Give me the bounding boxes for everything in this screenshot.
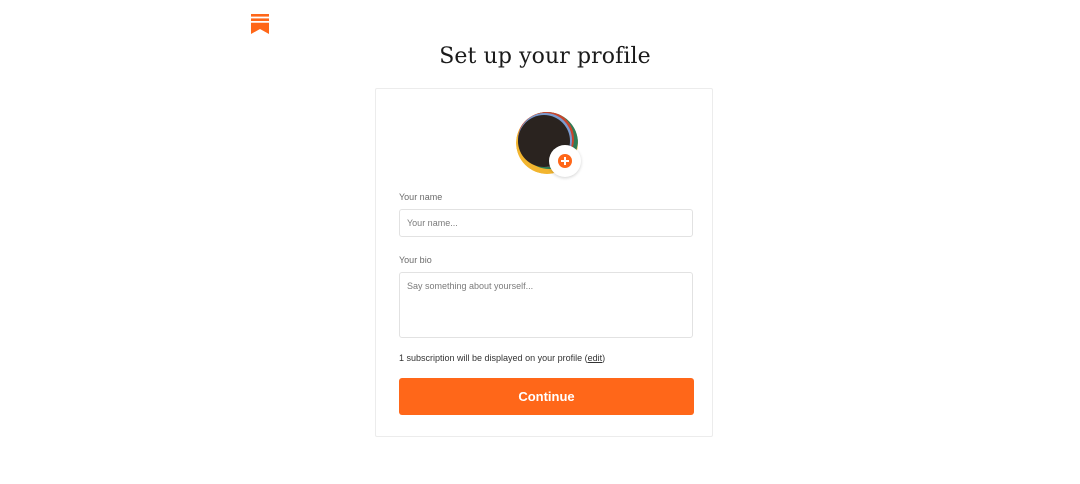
plus-circle-icon bbox=[558, 154, 572, 168]
bio-label: Your bio bbox=[399, 255, 432, 265]
subscription-note-end: ) bbox=[602, 353, 606, 363]
continue-button[interactable]: Continue bbox=[399, 378, 694, 415]
bio-textarea[interactable] bbox=[399, 272, 693, 338]
name-label: Your name bbox=[399, 192, 443, 202]
page-title: Set up your profile bbox=[439, 44, 651, 69]
subscription-note: 1 subscription will be displayed on your… bbox=[399, 353, 605, 363]
name-input[interactable] bbox=[399, 209, 693, 237]
avatar-area bbox=[516, 112, 582, 178]
subscription-note-text: 1 subscription will be displayed on your… bbox=[399, 353, 588, 363]
bookmark-logo-icon[interactable] bbox=[251, 14, 269, 34]
subscription-edit-link[interactable]: edit bbox=[588, 353, 603, 363]
add-photo-button[interactable] bbox=[549, 145, 581, 177]
profile-setup-card: Your name Your bio 1 subscription will b… bbox=[375, 88, 713, 437]
